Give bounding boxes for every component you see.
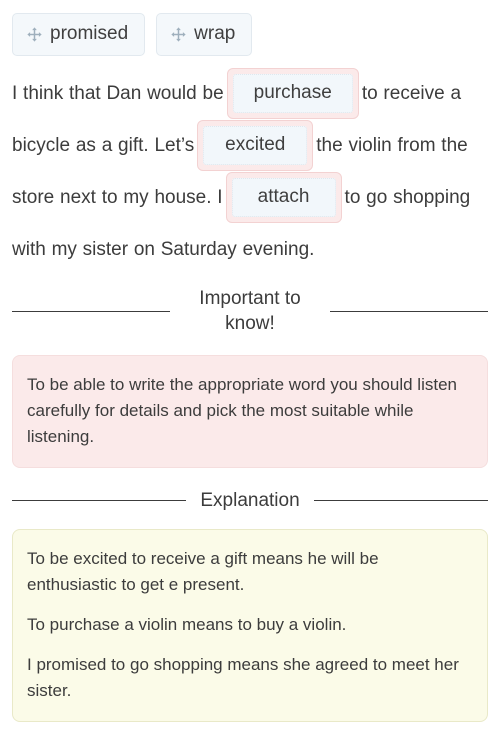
divider-rule-right [313, 500, 489, 501]
blank-slot-3[interactable]: attach [225, 172, 342, 224]
sentence-text-1: I think that Dan would be [12, 83, 224, 104]
move-arrows-icon [171, 26, 186, 42]
divider-rule-left [12, 310, 170, 312]
explanation-divider-label: Explanation [200, 490, 300, 511]
word-chip-label: promised [50, 23, 129, 44]
explanation-paragraph-1: To be excited to receive a gift means he… [27, 549, 379, 594]
explanation-paragraph-2: To purchase a violin means to buy a viol… [27, 615, 347, 634]
explanation-box: To be excited to receive a gift means he… [12, 529, 488, 722]
divider-rule-left [12, 500, 187, 501]
word-chip-wrap[interactable]: wrap [156, 13, 253, 56]
exercise-page: promised wrap I think that Dan would be p… [0, 0, 500, 747]
divider-rule-right [330, 310, 488, 312]
important-to-know-box: To be able to write the appropriate word… [12, 355, 488, 468]
important-divider: Important to know! [0, 286, 500, 336]
explanation-paragraph-3: I promised to go shopping means she agre… [27, 655, 459, 700]
blank-slot-2[interactable]: excited [197, 120, 314, 172]
blank-answer-3[interactable]: attach [231, 178, 336, 218]
word-chip-label: wrap [194, 23, 236, 44]
blank-answer-1[interactable]: purchase [232, 74, 353, 114]
blank-answer-2[interactable]: excited [203, 126, 308, 166]
move-arrows-icon [27, 26, 42, 42]
important-divider-label: Important to know! [199, 288, 301, 334]
blank-slot-1[interactable]: purchase [226, 68, 359, 120]
word-chip-promised[interactable]: promised [12, 13, 146, 56]
sentence-with-blanks: I think that Dan would be purchase to rece… [0, 68, 500, 276]
explanation-divider: Explanation [0, 488, 500, 513]
word-bank: promised wrap [0, 0, 500, 56]
important-body-text: To be able to write the appropriate word… [27, 375, 457, 446]
